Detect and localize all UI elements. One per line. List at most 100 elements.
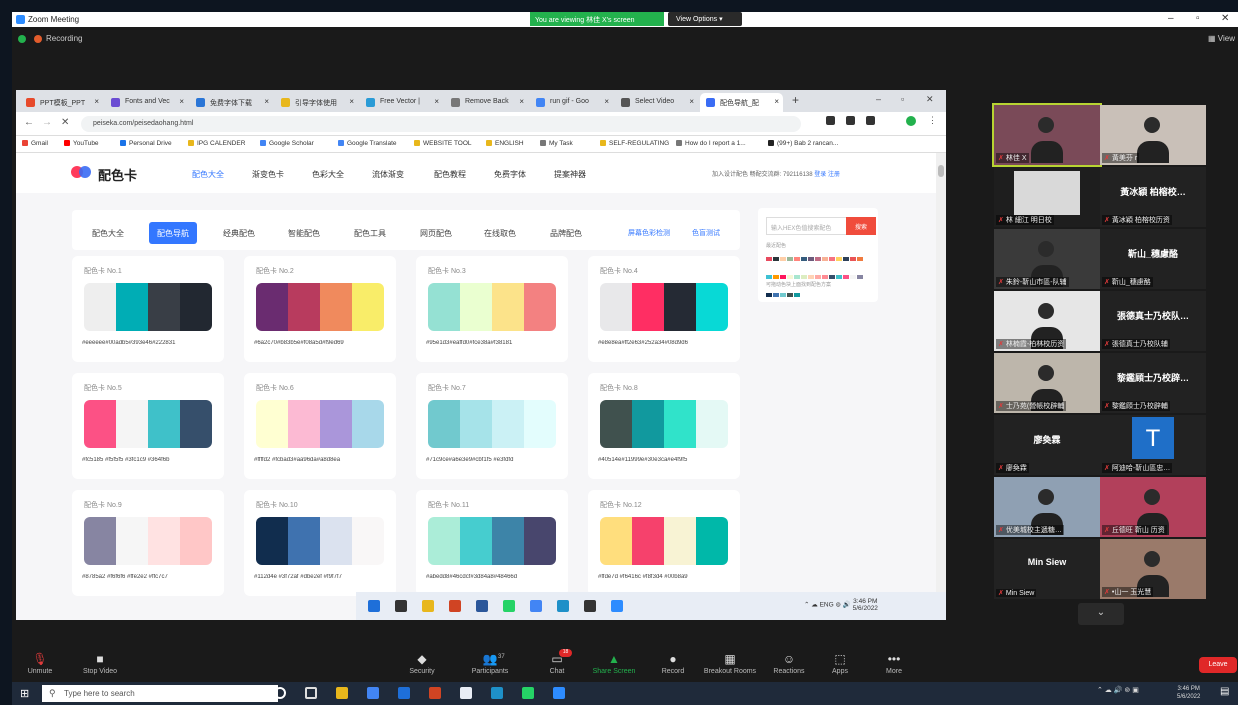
color-swatch[interactable] [256, 283, 288, 331]
participant-tile[interactable]: ✗ 黃美芬 r [1100, 105, 1206, 165]
notifications-icon[interactable]: ▤ [1220, 686, 1229, 697]
palette-card[interactable]: 配色卡 No.6 #ffffd2 #fcbad3#aa96da#a8d8ea [244, 373, 396, 479]
participant-tile[interactable]: ✗ 朱鈴-靳山市區-队辅 [994, 229, 1100, 289]
colorblind-test-link[interactable]: 色盲测试 [684, 222, 728, 244]
taskbar-app-icon[interactable] [429, 687, 441, 699]
login-link[interactable]: 登录 [814, 172, 826, 178]
color-chip[interactable] [822, 275, 828, 279]
color-chip[interactable] [829, 275, 835, 279]
color-chip[interactable] [829, 257, 835, 261]
page-scrollbar[interactable] [936, 153, 946, 620]
browser-tab[interactable]: Select Video × [615, 93, 698, 112]
shared-taskbar-app-icon[interactable] [530, 600, 542, 612]
nav-item[interactable]: 流体渐变 [372, 169, 404, 180]
color-swatch[interactable] [352, 283, 384, 331]
color-chip[interactable] [780, 257, 786, 261]
more-button[interactable]: ••• More [862, 652, 926, 675]
palette-card[interactable]: 配色卡 No.4 #e8e8ea#ff2e63#252a34#08d9d6 [588, 256, 740, 362]
subnav-item[interactable]: 在线取色 [476, 222, 524, 244]
color-chip[interactable] [822, 257, 828, 261]
nav-item[interactable]: 色彩大全 [312, 169, 344, 180]
subnav-item[interactable]: 智能配色 [280, 222, 328, 244]
shared-taskbar-app-icon[interactable] [368, 600, 380, 612]
nav-item[interactable]: 免费字体 [494, 169, 526, 180]
bookmark-item[interactable]: Personal Drive [120, 140, 172, 147]
color-swatch[interactable] [492, 283, 524, 331]
color-swatch[interactable] [664, 400, 696, 448]
color-swatch[interactable] [84, 283, 116, 331]
shared-taskbar-app-icon[interactable] [611, 600, 623, 612]
screen-color-test-link[interactable]: 屏幕色彩检测 [620, 222, 678, 244]
color-chip[interactable] [780, 275, 786, 279]
bookmark-item[interactable]: My Task [540, 140, 573, 147]
subnav-item[interactable]: 配色大全 [84, 222, 132, 244]
browser-tab[interactable]: Free Vector | × [360, 93, 443, 112]
palette-card[interactable]: 配色卡 No.10 #112d4e #3f72af #dbe2ef #f9f7f7 [244, 490, 396, 596]
share-screen-button[interactable]: ▲ Share Screen [582, 652, 646, 675]
color-swatch[interactable] [632, 400, 664, 448]
browser-tab[interactable]: Fonts and Vec × [105, 93, 188, 112]
bookmark-item[interactable]: Google Translate [338, 140, 397, 147]
taskbar-app-icon[interactable] [336, 687, 348, 699]
tab-close-icon[interactable]: × [179, 97, 184, 106]
color-chip[interactable] [857, 257, 863, 261]
color-chip[interactable] [794, 275, 800, 279]
windows-start-icon[interactable]: ⊞ [20, 687, 29, 700]
color-chip[interactable] [836, 275, 842, 279]
color-swatch[interactable] [84, 517, 116, 565]
color-swatch[interactable] [600, 283, 632, 331]
bookmark-item[interactable]: How do I report a 1... [676, 140, 746, 147]
record-button[interactable]: ● Record [641, 652, 705, 675]
color-swatch[interactable] [632, 517, 664, 565]
tab-close-icon[interactable]: × [774, 97, 779, 106]
bookmark-item[interactable]: YouTube [64, 140, 99, 147]
color-chip[interactable] [843, 275, 849, 279]
palette-card[interactable]: 配色卡 No.7 #71c9ce#a6e3e9#cbf1f5 #e3fdfd [416, 373, 568, 479]
bookmark-item[interactable]: Google Scholar [260, 140, 314, 147]
participant-tile[interactable]: ✗ 林佳 X [992, 103, 1102, 167]
color-chip[interactable] [815, 257, 821, 261]
subnav-item[interactable]: 品牌配色 [542, 222, 590, 244]
color-chip[interactable] [794, 293, 800, 297]
color-chip[interactable] [787, 257, 793, 261]
color-chip[interactable] [773, 275, 779, 279]
close-icon[interactable]: ✕ [1221, 13, 1229, 24]
tab-close-icon[interactable]: × [94, 97, 99, 106]
color-swatch[interactable] [320, 517, 352, 565]
subnav-item[interactable]: 网页配色 [412, 222, 460, 244]
participant-tile[interactable]: 黃冰穎 柏榕校… ✗ 黃冰穎 柏榕校历资 [1100, 167, 1206, 227]
participant-tile[interactable]: 黎鑑頋士乃校辟… ✗ 黎鑑頋士乃校辟輔 [1100, 353, 1206, 413]
maximize-icon[interactable]: ▫ [901, 94, 904, 104]
subnav-item[interactable]: 经典配色 [215, 222, 263, 244]
color-chip[interactable] [815, 275, 821, 279]
minimize-icon[interactable]: – [1168, 13, 1174, 24]
browser-tab[interactable]: run gif - Goo × [530, 93, 613, 112]
maximize-icon[interactable]: ▫ [1196, 13, 1200, 24]
subnav-item-active[interactable]: 配色导航 [149, 222, 197, 244]
color-swatch[interactable] [428, 400, 460, 448]
gallery-next-page-icon[interactable]: ⌄ [1078, 603, 1124, 625]
taskbar-app-icon[interactable] [460, 687, 472, 699]
bookmark-item[interactable]: (99+) Bab 2 rancan... [768, 140, 838, 147]
tab-close-icon[interactable]: × [519, 97, 524, 106]
color-swatch[interactable] [116, 400, 148, 448]
color-swatch[interactable] [492, 517, 524, 565]
color-swatch[interactable] [148, 283, 180, 331]
color-chip[interactable] [850, 257, 856, 261]
color-swatch[interactable] [148, 517, 180, 565]
color-chip[interactable] [787, 293, 793, 297]
minimize-icon[interactable]: – [876, 94, 881, 104]
color-swatch[interactable] [696, 400, 728, 448]
participant-tile[interactable]: ✗ 优美城校主遞糖… [994, 477, 1100, 537]
color-swatch[interactable] [492, 400, 524, 448]
color-swatch[interactable] [460, 283, 492, 331]
browser-tab[interactable]: 配色导航_配 × [700, 93, 783, 112]
bookmark-item[interactable]: WEBSITE TOOL [414, 140, 472, 147]
color-swatch[interactable] [664, 283, 696, 331]
color-swatch[interactable] [288, 517, 320, 565]
color-swatch[interactable] [180, 517, 212, 565]
subnav-item[interactable]: 配色工具 [346, 222, 394, 244]
color-chip[interactable] [801, 257, 807, 261]
color-swatch[interactable] [116, 283, 148, 331]
color-chip[interactable] [766, 257, 772, 261]
